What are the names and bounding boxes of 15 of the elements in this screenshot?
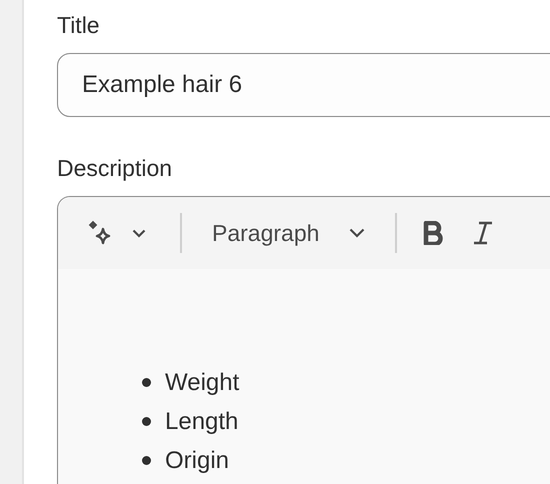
list-item: Weight bbox=[165, 368, 240, 396]
italic-icon bbox=[473, 221, 494, 245]
description-editor[interactable]: Paragraph Weight Length Origin bbox=[57, 196, 550, 484]
bullet-icon bbox=[142, 456, 151, 465]
chevron-down-icon bbox=[132, 228, 146, 238]
chevron-down-icon bbox=[349, 228, 366, 238]
title-label: Title bbox=[57, 12, 101, 39]
list-item: Length bbox=[165, 408, 238, 436]
bullet-icon bbox=[142, 417, 151, 426]
format-dropdown[interactable]: Paragraph bbox=[208, 216, 370, 250]
list-item: Origin bbox=[165, 446, 230, 474]
title-field[interactable]: Example hair 6 bbox=[57, 53, 550, 117]
bold-icon bbox=[423, 221, 444, 245]
description-label: Description bbox=[57, 155, 174, 182]
bullet-icon bbox=[142, 378, 151, 387]
